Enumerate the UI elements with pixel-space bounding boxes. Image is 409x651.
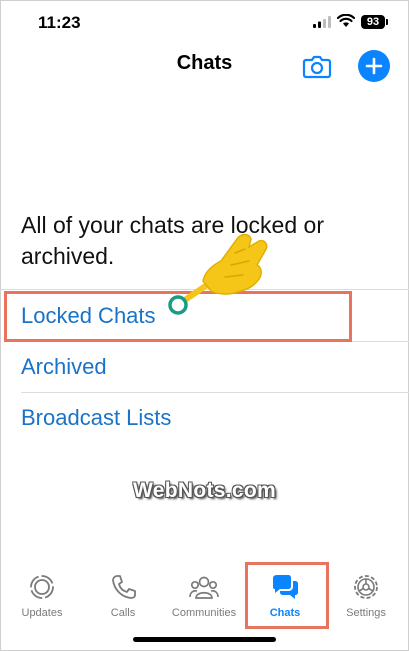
watermark: WebNots.com: [133, 479, 276, 502]
tab-communities[interactable]: Communities: [164, 563, 244, 619]
tab-updates-label: Updates: [21, 607, 63, 619]
battery-level: 93: [366, 16, 380, 28]
plus-icon: [365, 57, 383, 75]
camera-icon[interactable]: [302, 52, 332, 80]
cellular-signal-icon: [313, 16, 331, 28]
status-time: 11:23: [38, 13, 81, 32]
chats-tab-highlight: [245, 562, 329, 629]
phone-icon: [112, 575, 136, 599]
tab-calls-label: Calls: [110, 607, 136, 619]
divider: [21, 392, 409, 393]
broadcast-lists-link[interactable]: Broadcast Lists: [21, 405, 171, 431]
wifi-icon: [337, 14, 355, 27]
tab-settings-label: Settings: [346, 607, 386, 619]
archived-link[interactable]: Archived: [21, 354, 107, 380]
status-bar: 11:23 93: [0, 0, 409, 44]
communities-icon: [189, 576, 219, 599]
tab-communities-label: Communities: [171, 607, 237, 619]
updates-icon: [30, 575, 54, 599]
new-chat-button[interactable]: [358, 50, 390, 82]
tab-settings[interactable]: Settings: [326, 563, 406, 619]
tab-updates[interactable]: Updates: [2, 563, 82, 619]
tab-calls[interactable]: Calls: [83, 563, 163, 619]
home-indicator[interactable]: [133, 637, 276, 642]
battery-icon: 93: [361, 15, 388, 29]
page-title: Chats: [176, 52, 233, 74]
pointing-hand-icon: [168, 233, 268, 315]
gear-icon: [354, 575, 378, 599]
